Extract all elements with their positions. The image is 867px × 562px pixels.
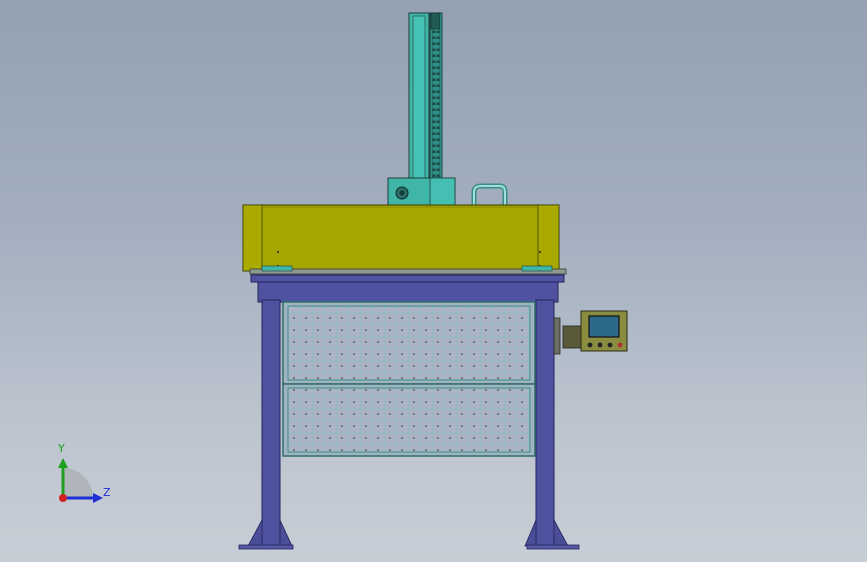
z-axis-label: Z: [103, 486, 111, 499]
top-enclosure[interactable]: [242, 204, 560, 272]
orientation-triad[interactable]: [58, 458, 103, 503]
mesh-guard-upper[interactable]: [282, 301, 536, 385]
panel-button[interactable]: [587, 342, 593, 348]
touch-screen[interactable]: [588, 315, 620, 338]
triad-quadrant: [63, 468, 93, 498]
hose-pipe: [471, 183, 508, 205]
side-bracket: [553, 317, 561, 355]
panel-button[interactable]: [597, 342, 603, 348]
y-axis-label: Y: [58, 442, 65, 455]
control-panel[interactable]: [562, 310, 628, 352]
cad-viewport[interactable]: Y Z: [0, 0, 867, 562]
panel-button[interactable]: [617, 342, 623, 348]
vertical-column[interactable]: [387, 12, 456, 206]
origin-point: [59, 494, 67, 502]
panel-button[interactable]: [607, 342, 613, 348]
mesh-guard-lower[interactable]: [282, 383, 536, 457]
